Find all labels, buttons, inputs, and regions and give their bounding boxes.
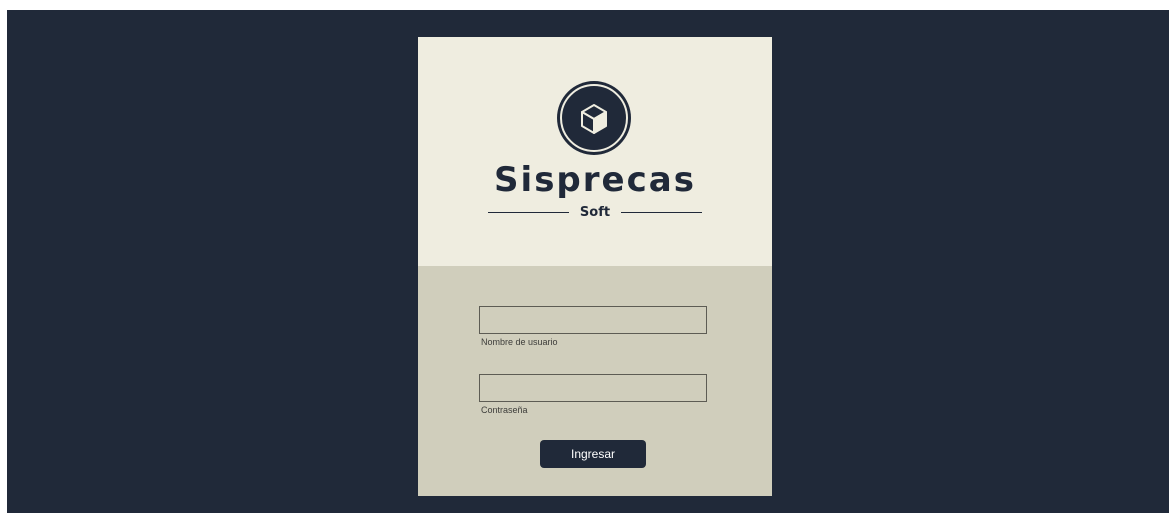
- logo: [557, 81, 631, 155]
- password-field[interactable]: [479, 374, 707, 402]
- login-button[interactable]: Ingresar: [540, 440, 646, 468]
- page-background: Sisprecas Soft Nombre de usuario Contras…: [7, 10, 1169, 513]
- username-label: Nombre de usuario: [481, 337, 558, 347]
- username-field[interactable]: [479, 306, 707, 334]
- password-label: Contraseña: [481, 405, 528, 415]
- brand-subtitle: Soft: [579, 205, 611, 220]
- divider-line: [621, 212, 702, 213]
- brand-name: Sisprecas: [494, 160, 696, 200]
- divider-line: [488, 212, 569, 213]
- brand-panel: Sisprecas Soft: [418, 37, 772, 266]
- brand-subtitle-row: Soft: [488, 202, 702, 224]
- login-form: Nombre de usuario Contraseña Ingresar: [418, 266, 772, 496]
- cube-icon: [560, 84, 628, 152]
- login-card: Sisprecas Soft Nombre de usuario Contras…: [418, 37, 772, 496]
